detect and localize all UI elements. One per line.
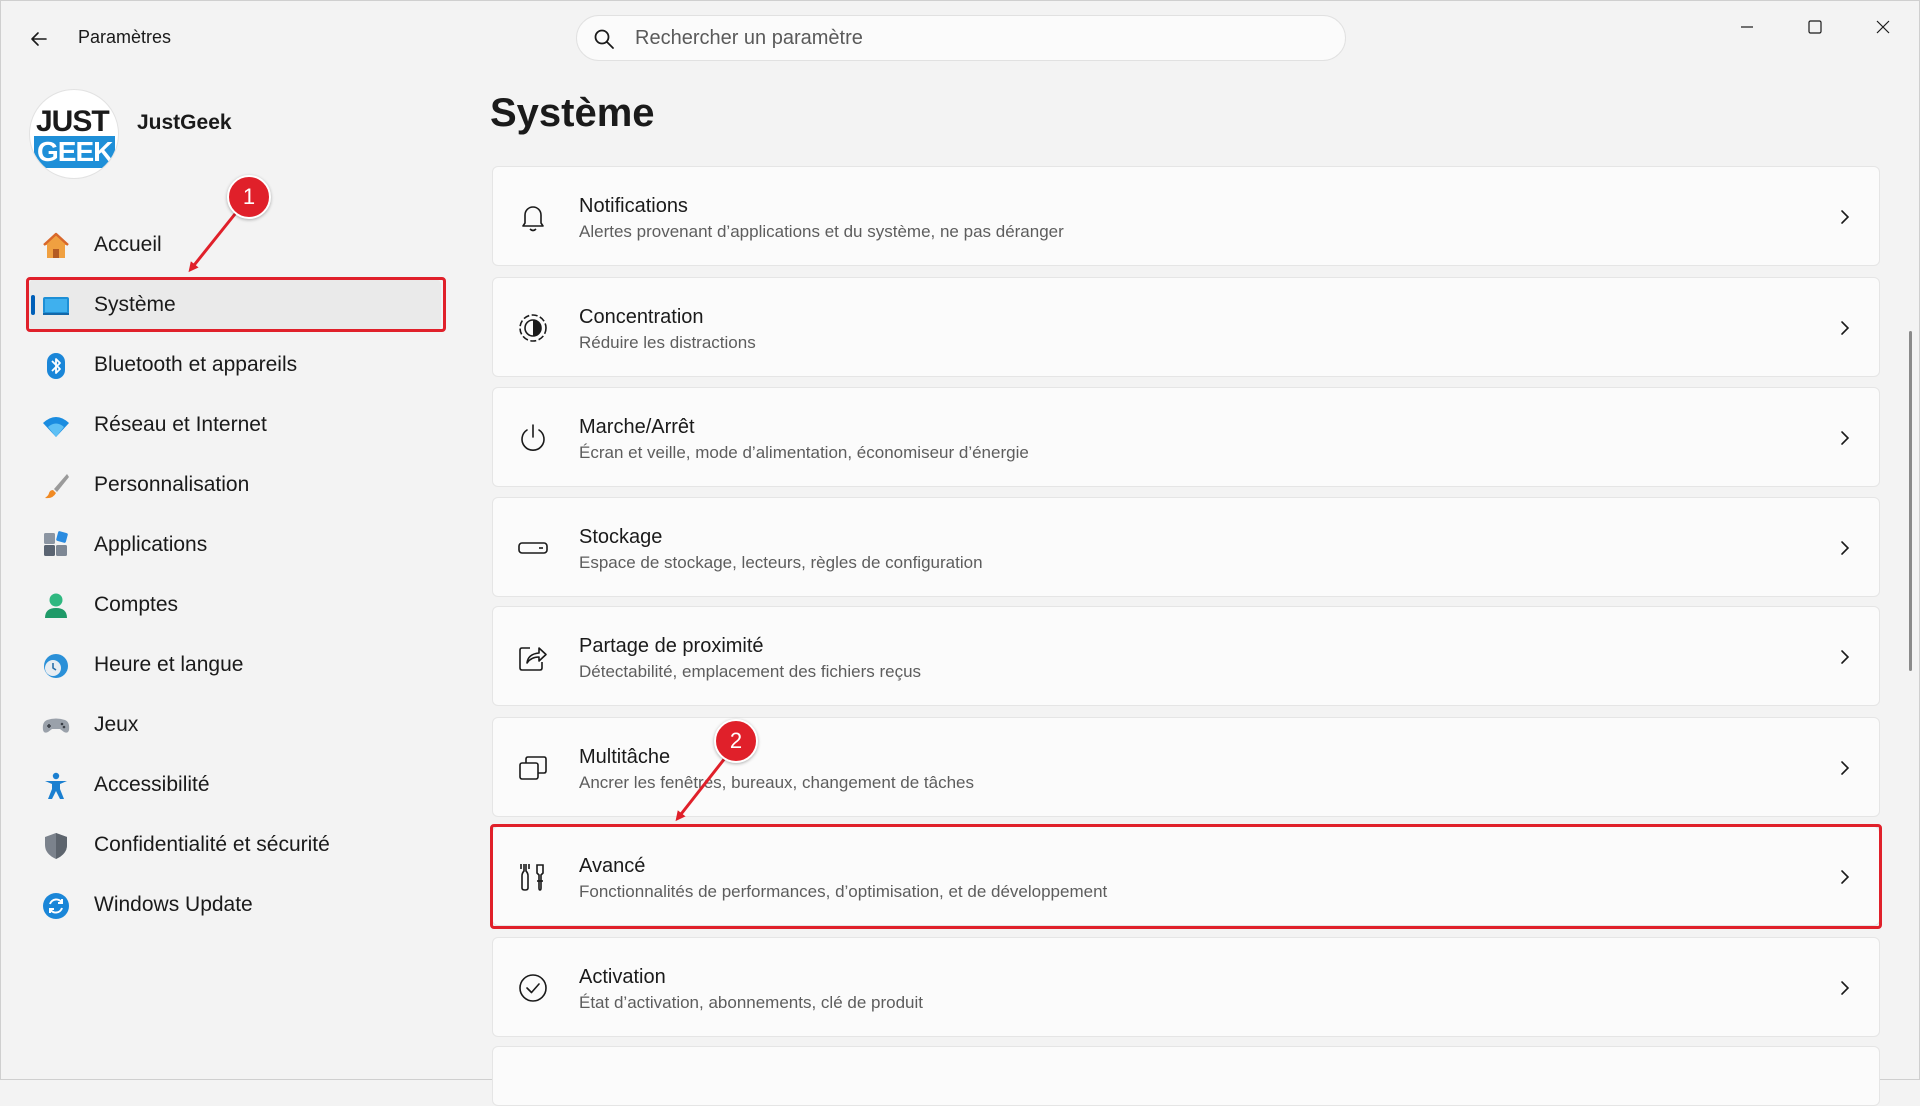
arrow-1 — [188, 208, 241, 273]
annotation-arrows — [188, 208, 731, 822]
annotation-badge-2: 2 — [714, 719, 758, 763]
annotation-badge-1: 1 — [227, 175, 271, 219]
settings-window: Paramètres JUST GEEK JustGeek — [0, 0, 1920, 1106]
arrow-2 — [675, 752, 731, 822]
